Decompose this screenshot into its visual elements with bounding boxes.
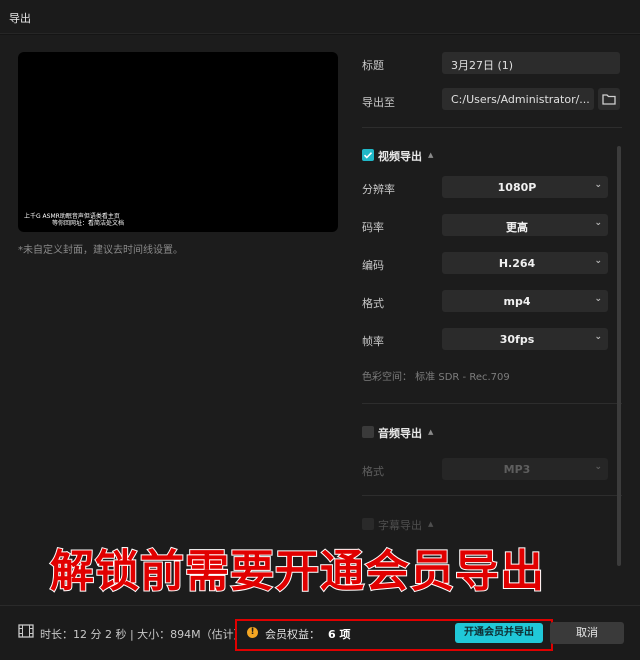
chevron-down-icon: ⌄ — [594, 180, 602, 190]
browse-folder-button[interactable] — [598, 88, 620, 110]
audio-format-value: MP3 — [503, 463, 531, 476]
title-label: 标题 — [362, 59, 384, 72]
codec-value: H.264 — [498, 257, 536, 270]
cancel-button[interactable]: 取消 — [550, 622, 624, 644]
chevron-down-icon: ⌄ — [594, 294, 602, 304]
audio-format-label: 格式 — [362, 465, 384, 478]
framerate-select[interactable]: 30fps ⌄ — [442, 328, 608, 350]
title-input[interactable]: 3月27日 (1) — [442, 52, 620, 74]
window-title: 导出 — [9, 12, 31, 25]
format-select[interactable]: mp4 ⌄ — [442, 290, 608, 312]
warning-icon: ! — [247, 627, 258, 638]
check-icon — [363, 152, 373, 159]
export-path-value: C:/Users/Administrator/... — [451, 93, 590, 106]
collapse-caret-icon[interactable]: ▲ — [428, 151, 433, 159]
audio-export-title: 音频导出 — [378, 427, 422, 440]
format-label: 格式 — [362, 297, 384, 310]
export-path-label: 导出至 — [362, 96, 395, 109]
cover-hint: *未自定义封面，建议去时间线设置。 — [18, 245, 183, 256]
format-value: mp4 — [503, 295, 531, 308]
bitrate-value: 更高 — [506, 221, 528, 234]
subtitle-export-title: 字幕导出 — [378, 519, 422, 532]
chevron-down-icon: ⌄ — [594, 218, 602, 228]
chevron-down-icon: ⌄ — [594, 332, 602, 342]
open-vip-export-button[interactable]: 开通会员并导出 — [455, 623, 543, 643]
video-export-checkbox[interactable] — [362, 149, 374, 161]
framerate-value: 30fps — [499, 333, 535, 346]
film-icon — [18, 624, 34, 638]
resolution-select[interactable]: 1080P ⌄ — [442, 176, 608, 198]
codec-select[interactable]: H.264 ⌄ — [442, 252, 608, 274]
member-benefits-count: 6 项 — [328, 628, 351, 641]
title-bar: 导出 — [0, 0, 640, 34]
divider — [362, 495, 622, 496]
framerate-label: 帧率 — [362, 335, 384, 348]
export-path-input[interactable]: C:/Users/Administrator/... — [442, 88, 594, 110]
video-export-title: 视频导出 — [378, 150, 422, 163]
collapse-caret-icon[interactable]: ▲ — [428, 520, 433, 528]
preview-caption-line2: 等你回网址：看简洁处文档 — [52, 220, 125, 227]
resolution-value: 1080P — [497, 181, 537, 194]
colorspace-info: 色彩空间： 标准 SDR - Rec.709 — [362, 372, 510, 383]
export-meta-info: 时长：12 分 2 秒 | 大小：894M（估计） — [40, 628, 245, 641]
resolution-label: 分辨率 — [362, 183, 395, 196]
chevron-down-icon: ⌄ — [594, 462, 602, 472]
bitrate-select[interactable]: 更高 ⌄ — [442, 214, 608, 236]
divider — [362, 403, 622, 404]
member-benefits-label: 会员权益： — [265, 628, 320, 641]
member-benefits: 会员权益： 6 项 — [265, 626, 350, 642]
audio-export-checkbox[interactable] — [362, 426, 374, 438]
collapse-caret-icon[interactable]: ▲ — [428, 428, 433, 436]
chevron-down-icon: ⌄ — [594, 256, 602, 266]
title-input-value: 3月27日 (1) — [451, 59, 514, 72]
codec-label: 编码 — [362, 259, 384, 272]
bitrate-label: 码率 — [362, 221, 384, 234]
scrollbar[interactable] — [617, 146, 621, 566]
video-preview: 上千G ASMR助眠音声但语类看主页 等你回网址：看简洁处文档 — [18, 52, 338, 232]
folder-icon — [602, 94, 616, 105]
subtitle-export-checkbox[interactable] — [362, 518, 374, 530]
unlock-banner: 解锁前需要开通会员导出 — [49, 545, 545, 598]
audio-format-select[interactable]: MP3 ⌄ — [442, 458, 608, 480]
